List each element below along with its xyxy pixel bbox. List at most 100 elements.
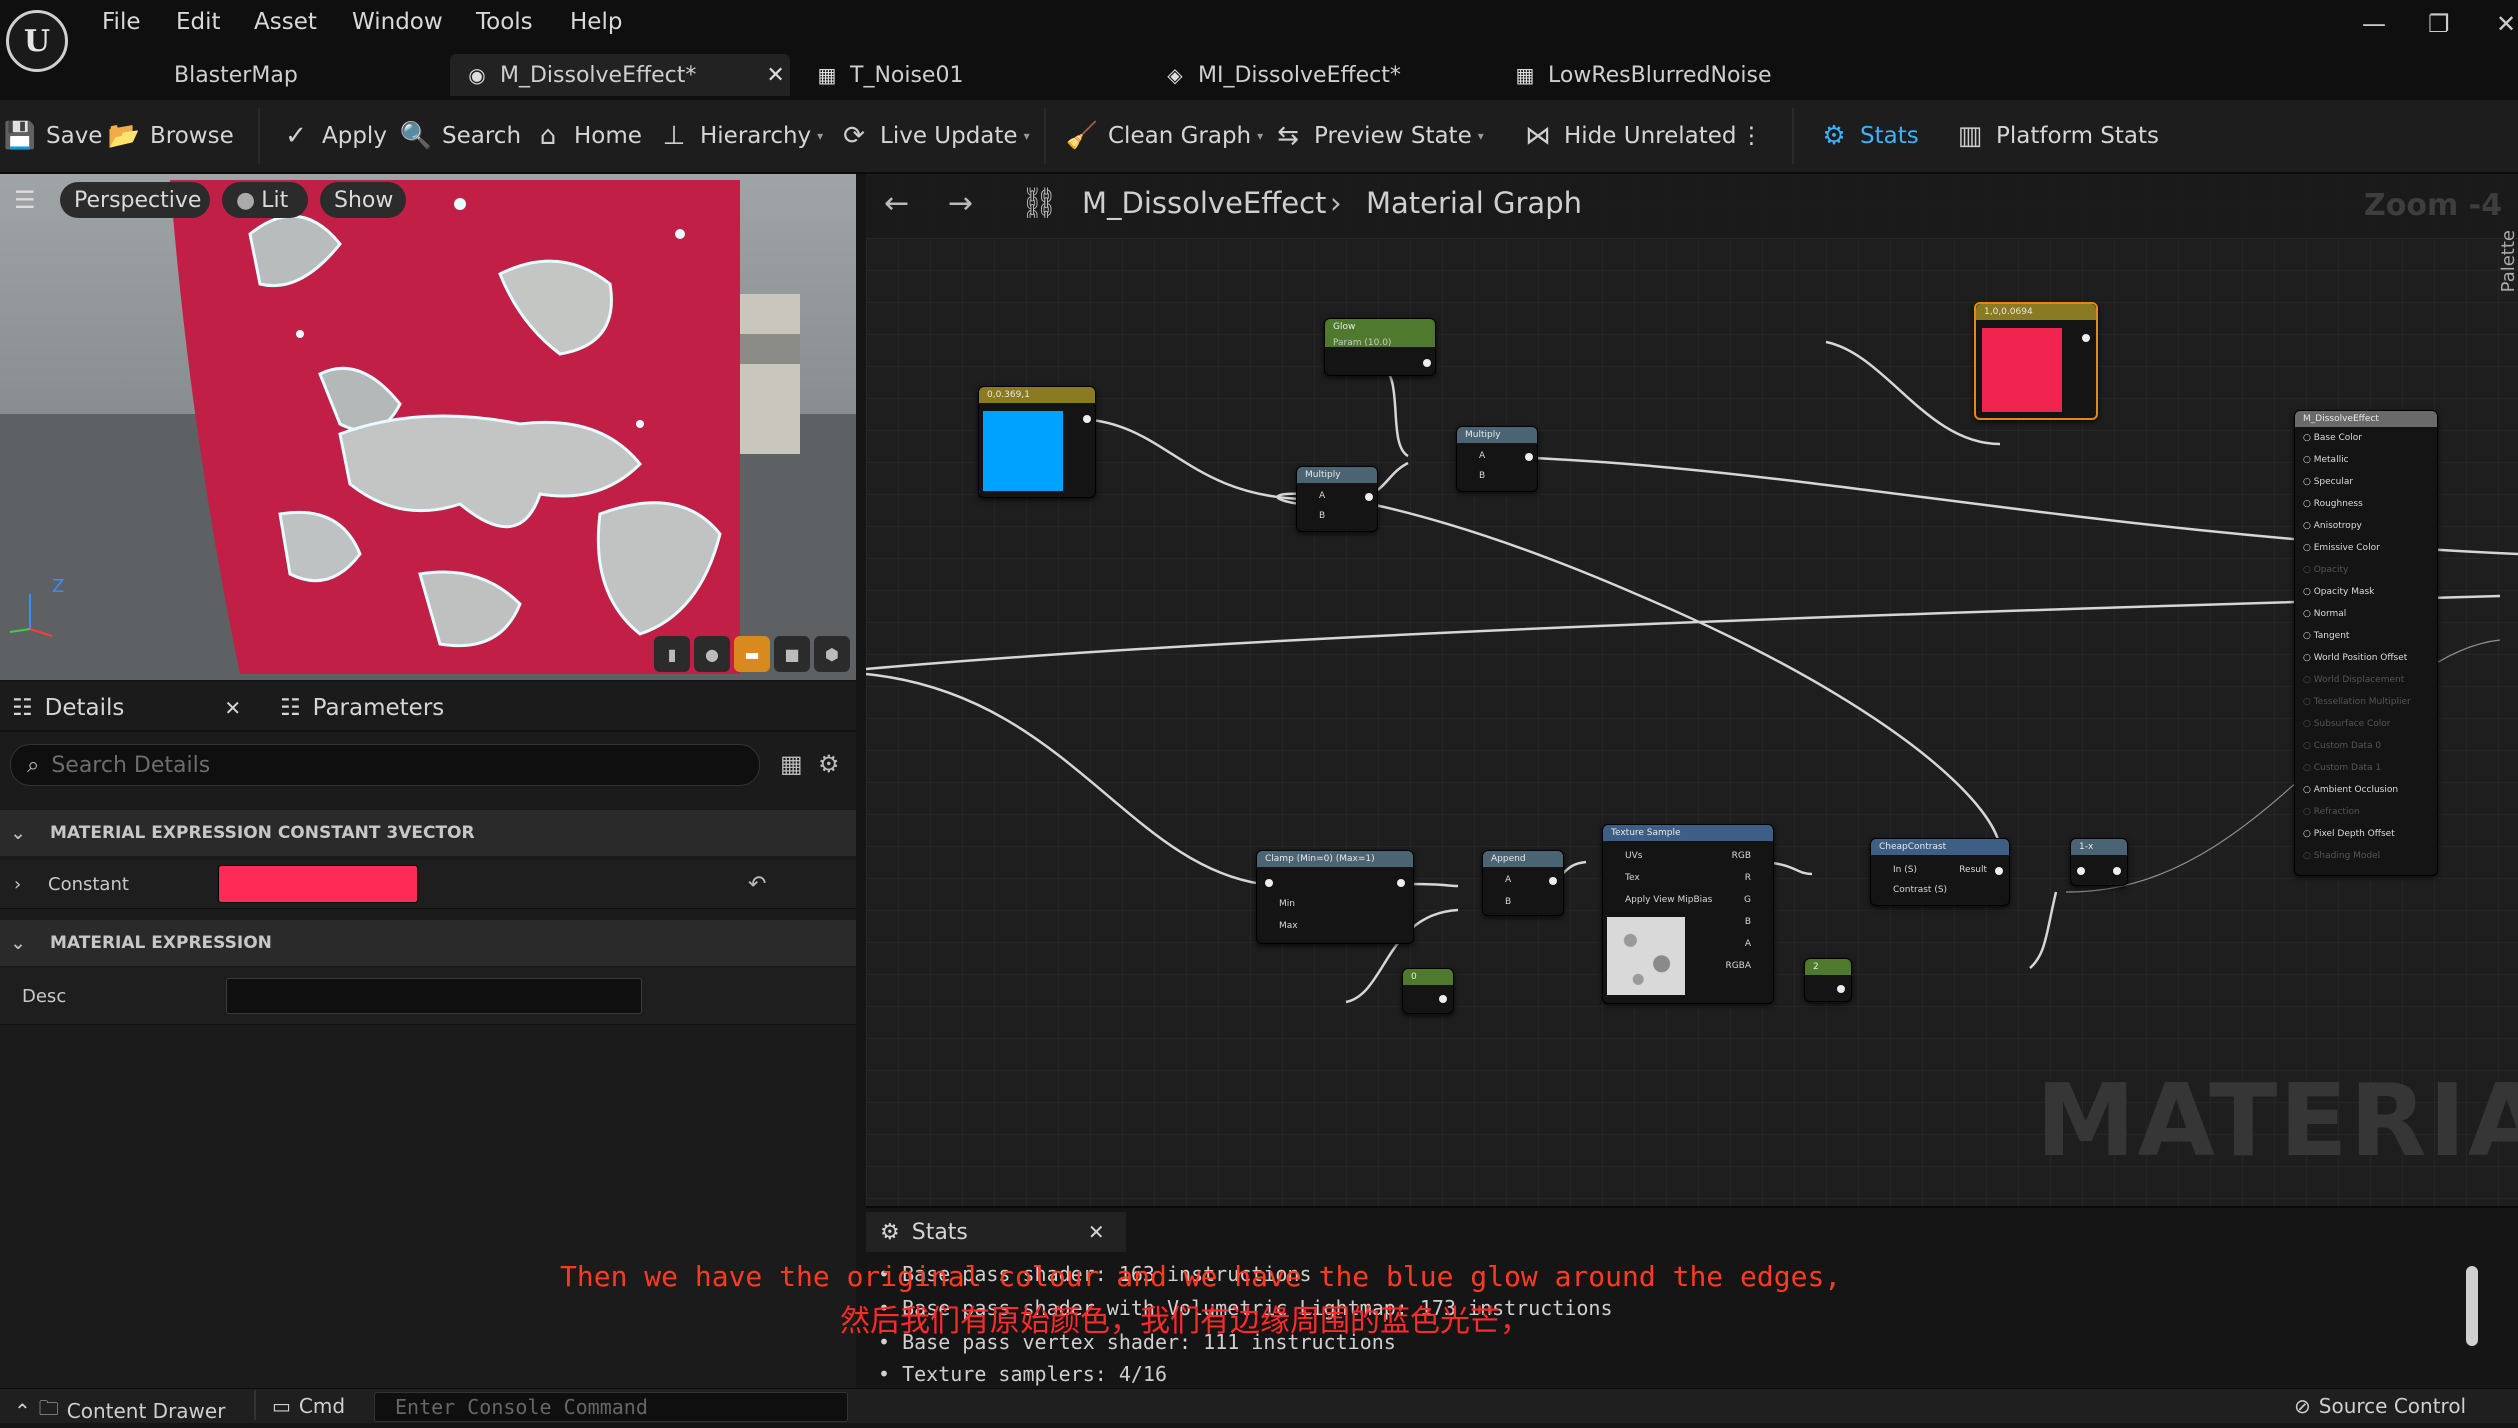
result-pin[interactable]: ○ Roughness xyxy=(2303,499,2363,509)
menu-edit[interactable]: Edit xyxy=(176,6,221,38)
browse-button[interactable]: 📂 Browse xyxy=(108,116,234,156)
desc-input[interactable] xyxy=(226,978,642,1014)
custom-mesh-icon[interactable]: ⬢ xyxy=(814,636,850,672)
input-pin[interactable] xyxy=(2077,867,2085,875)
minimize-icon[interactable]: — xyxy=(2362,10,2386,38)
viewport-menu-icon[interactable]: ☰ xyxy=(14,186,42,214)
result-pin[interactable]: ○ Opacity Mask xyxy=(2303,587,2374,597)
result-pin[interactable]: ○ Anisotropy xyxy=(2303,521,2362,531)
more-options-icon[interactable]: ⋮ xyxy=(1740,116,1763,156)
result-pin[interactable]: ○ Shading Model xyxy=(2303,851,2380,861)
node-one-minus-x[interactable]: 1-x xyxy=(2070,838,2128,886)
output-pin[interactable] xyxy=(2113,867,2121,875)
output-pin[interactable] xyxy=(1365,493,1373,501)
result-pin[interactable]: ○ World Displacement xyxy=(2303,675,2404,685)
plane-mesh-icon[interactable]: ▬ xyxy=(734,636,770,672)
close-icon[interactable]: ✕ xyxy=(224,696,241,720)
chevron-right-icon[interactable]: › xyxy=(14,874,36,895)
menu-window[interactable]: Window xyxy=(352,6,443,38)
node-two[interactable]: 2 xyxy=(1804,958,1852,1002)
clean-graph-button[interactable]: 🧹 Clean Graph ▾ xyxy=(1066,116,1263,156)
node-texture-sample[interactable]: Texture Sample UVs Tex Apply View MipBia… xyxy=(1602,824,1774,1004)
output-pin[interactable] xyxy=(1837,985,1845,993)
platform-stats-button[interactable]: ▥ Platform Stats xyxy=(1954,116,2159,156)
save-button[interactable]: 💾 Save xyxy=(4,116,103,156)
result-pin[interactable]: ○ Emissive Color xyxy=(2303,543,2380,553)
source-control-button[interactable]: ⊘ Source Control xyxy=(2294,1394,2466,1418)
restore-icon[interactable]: ❐ xyxy=(2428,10,2450,38)
sphere-mesh-icon[interactable]: ● xyxy=(694,636,730,672)
result-pin[interactable]: ○ Opacity xyxy=(2303,565,2348,575)
result-pin[interactable]: ○ Custom Data 1 xyxy=(2303,763,2381,773)
output-pin[interactable] xyxy=(1397,879,1405,887)
result-pin[interactable]: ○ Normal xyxy=(2303,609,2346,619)
input-pin[interactable] xyxy=(1265,879,1273,887)
tab-lowresblurrednoise[interactable]: ▦ LowResBlurredNoise xyxy=(1514,54,1844,96)
node-red-constant[interactable]: 1,0,0.0694 xyxy=(1974,302,2098,420)
close-icon[interactable]: ✕ xyxy=(1088,1220,1105,1244)
node-append[interactable]: Append A B xyxy=(1482,850,1564,916)
close-window-icon[interactable]: ✕ xyxy=(2496,10,2516,38)
result-pin[interactable]: ○ Pixel Depth Offset xyxy=(2303,829,2395,839)
search-details-input[interactable]: ⌕ Search Details xyxy=(10,744,760,786)
result-pin[interactable]: ○ Custom Data 0 xyxy=(2303,741,2381,751)
node-multiply-2[interactable]: Multiply A B xyxy=(1456,426,1538,492)
hide-unrelated-button[interactable]: ⋈ Hide Unrelated xyxy=(1522,116,1737,156)
result-pin[interactable]: ○ Tangent xyxy=(2303,631,2349,641)
node-cheap-contrast[interactable]: CheapContrast In (S) Contrast (S) Result xyxy=(1870,838,2010,906)
apply-button[interactable]: ✓ Apply xyxy=(280,116,387,156)
result-pin[interactable]: ○ Tessellation Multiplier xyxy=(2303,697,2411,707)
hierarchy-button[interactable]: ⊥ Hierarchy ▾ xyxy=(658,116,824,156)
table-view-icon[interactable]: ▦ xyxy=(780,750,803,778)
console-command-input[interactable]: Enter Console Command xyxy=(374,1392,848,1422)
stats-button[interactable]: ⚙ Stats xyxy=(1818,116,1918,156)
section-constant3vector[interactable]: ⌄ MATERIAL EXPRESSION CONSTANT 3VECTOR xyxy=(0,810,856,856)
home-button[interactable]: ⌂ Home xyxy=(532,116,642,156)
gear-icon[interactable]: ⚙ xyxy=(818,750,840,778)
show-button[interactable]: Show xyxy=(320,182,406,218)
tab-mi-dissolveeffect[interactable]: ◈ MI_DissolveEffect* xyxy=(1164,54,1484,96)
cube-mesh-icon[interactable]: ■ xyxy=(774,636,810,672)
section-material-expression[interactable]: ⌄ MATERIAL EXPRESSION xyxy=(0,920,856,966)
reset-icon[interactable]: ↶ xyxy=(748,872,766,897)
node-multiply-1[interactable]: Multiply A B xyxy=(1296,466,1378,532)
tab-stats[interactable]: ⚙ Stats ✕ xyxy=(866,1212,1126,1252)
cmd-button[interactable]: ▭ Cmd xyxy=(272,1394,345,1418)
lit-button[interactable]: ● Lit xyxy=(222,182,308,218)
output-pin[interactable] xyxy=(1439,995,1447,1003)
output-pin[interactable] xyxy=(1423,359,1431,367)
result-pin[interactable]: ○ Ambient Occlusion xyxy=(2303,785,2398,795)
output-pin[interactable] xyxy=(1995,867,2003,875)
scrollbar[interactable] xyxy=(2466,1266,2478,1346)
node-blue-constant[interactable]: 0,0.369,1 xyxy=(978,386,1096,498)
tab-t-noise01[interactable]: ▦ T_Noise01 xyxy=(816,54,1136,96)
node-material-result[interactable]: M_DissolveEffect ○ Base Color ○ Metallic ○… xyxy=(2294,410,2438,876)
cylinder-mesh-icon[interactable]: ▮ xyxy=(654,636,690,672)
result-pin[interactable]: ○ Specular xyxy=(2303,477,2353,487)
output-pin[interactable] xyxy=(1525,453,1533,461)
output-pin[interactable] xyxy=(1083,415,1091,423)
menu-asset[interactable]: Asset xyxy=(254,6,317,38)
result-pin[interactable]: ○ World Position Offset xyxy=(2303,653,2407,663)
preview-viewport[interactable] xyxy=(0,174,856,680)
tab-parameters[interactable]: ☷ Parameters xyxy=(280,690,444,726)
result-pin[interactable]: ○ Subsurface Color xyxy=(2303,719,2390,729)
node-zero[interactable]: 0 xyxy=(1402,968,1454,1014)
node-glow-param[interactable]: Glow Param (10.0) xyxy=(1324,318,1436,376)
preview-state-button[interactable]: ⇆ Preview State ▾ xyxy=(1272,116,1484,156)
constant-color-swatch[interactable] xyxy=(218,865,418,903)
menu-help[interactable]: Help xyxy=(570,6,622,38)
live-update-button[interactable]: ⟳ Live Update ▾ xyxy=(838,116,1030,156)
menu-file[interactable]: File xyxy=(102,6,141,38)
unreal-logo-icon[interactable]: U xyxy=(6,10,68,72)
perspective-button[interactable]: Perspective xyxy=(60,182,210,218)
output-pin[interactable] xyxy=(1549,877,1557,885)
result-pin[interactable]: ○ Base Color xyxy=(2303,433,2362,443)
tab-details[interactable]: ☷ Details ✕ xyxy=(12,690,241,726)
search-button[interactable]: 🔍 Search xyxy=(400,116,521,156)
menu-tools[interactable]: Tools xyxy=(476,6,533,38)
close-icon[interactable]: ✕ xyxy=(766,63,784,88)
content-drawer-button[interactable]: ⌃ 🗀 Content Drawer xyxy=(14,1394,225,1428)
tab-m-dissolveeffect[interactable]: ◉ M_DissolveEffect* ✕ xyxy=(450,54,790,96)
tab-blastermap[interactable]: BlasterMap xyxy=(140,54,440,96)
